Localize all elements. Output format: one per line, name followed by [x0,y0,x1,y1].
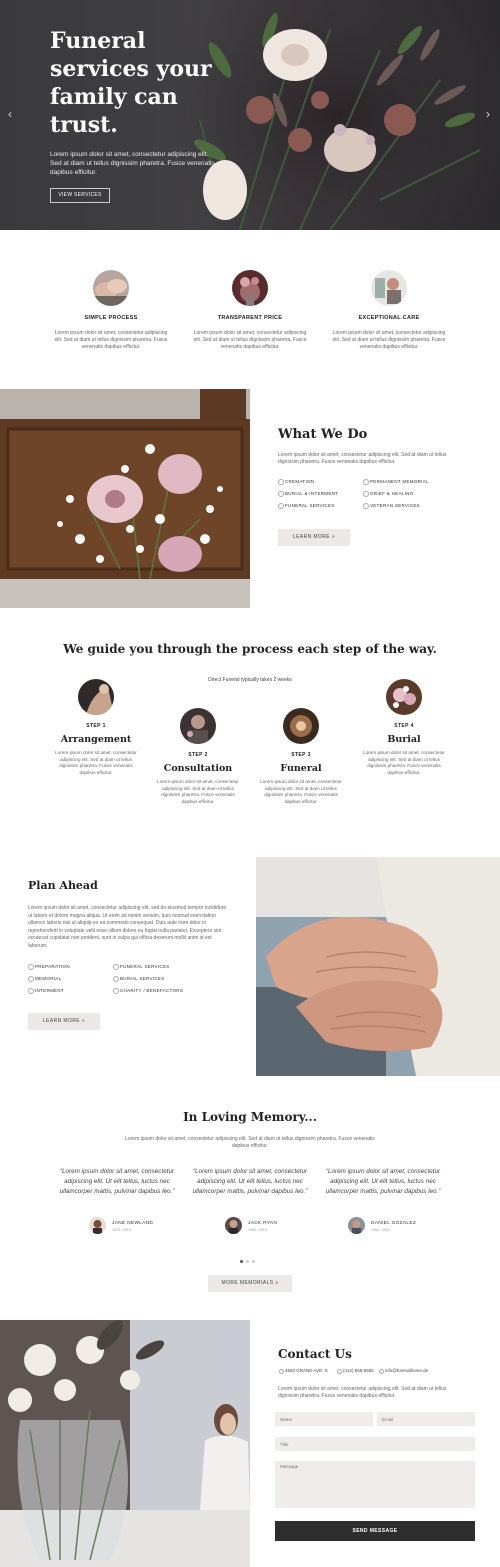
feature-image [232,270,268,306]
step-image [180,708,216,744]
step-number: STEP 4 [394,723,414,729]
chevron-right-icon[interactable]: › [486,108,490,120]
step-burial: STEP 4 Burial Lorem ipsum dolor sit amet… [359,679,449,776]
step-arrangement: STEP 1 Arrangement Lorem ipsum dolor sit… [51,679,141,776]
what-we-do-text: Lorem ipsum dolor sit amet, consectetur … [278,452,447,465]
avatar [348,1217,365,1234]
step-title: Consultation [163,763,233,774]
carousel-dot[interactable] [240,1260,243,1263]
title-field[interactable] [275,1437,475,1451]
memory-quote: “Lorem ipsum dolor sit amet, consectetur… [325,1168,441,1195]
feature-text: Lorem ipsum dolor sit amet, consectetur … [193,330,307,350]
contact-title: Contact Us [278,1347,352,1361]
service-item[interactable]: BURIAL & INTERMENT [278,491,338,497]
step-image [386,679,422,715]
step-image [283,708,319,744]
step-title: Burial [387,734,421,745]
feature-title: TRANSPARENT PRICE [217,315,283,321]
step-consultation: STEP 2 Consultation Lorem ipsum dolor si… [153,708,243,805]
address-text: 4840 GRAND AVE. S [279,1368,328,1374]
message-field[interactable] [275,1461,475,1508]
more-memorials-button[interactable]: MORE MEMORIALS » [208,1275,292,1292]
service-item[interactable]: VETERAN SERVICES [363,503,420,509]
carousel-dot[interactable] [246,1260,249,1263]
step-number: STEP 3 [291,752,311,758]
avatar [225,1217,242,1234]
step-image [78,679,114,715]
elderly-hands-image [256,857,500,1076]
plan-item[interactable]: INTERMENT [28,988,64,994]
plan-ahead-title: Plan Ahead [28,879,98,892]
plan-item[interactable]: BURIAL SERVICES [113,976,165,982]
plan-item[interactable]: CHARITY / BENEFACTORS [113,988,183,994]
step-funeral: STEP 3 Funeral Lorem ipsum dolor sit ame… [256,708,346,805]
feature-simple-process: SIMPLE PROCESS Lorem ipsum dolor sit ame… [51,270,171,351]
process-title: We guide you through the process each st… [63,642,437,656]
step-text: Lorem ipsum dolor sit amet, consectetur … [260,779,342,804]
send-message-button[interactable]: SEND MESSAGE [275,1521,475,1541]
step-number: STEP 1 [86,723,106,729]
phone-text[interactable]: (412) 555-5555 [337,1368,374,1374]
step-text: Lorem ipsum dolor sit amet, consectetur … [157,779,239,804]
plan-item[interactable]: FUNERAL SERVICES [113,964,170,970]
person-name: JANE NEWLAND [112,1221,154,1226]
person-name: DANIEL GOZALEZ [371,1221,417,1226]
step-title: Funeral [280,763,322,774]
plan-item[interactable]: MEMORIAL [28,976,61,982]
learn-more-button[interactable]: LEARN MORE » [278,529,350,546]
name-field[interactable] [275,1412,373,1426]
feature-title: SIMPLE PROCESS [84,315,138,321]
service-item[interactable]: GRIEF & HEALING [363,491,414,497]
hero-title: Funeral services your family can trust. [50,28,212,138]
memory-subtitle: Lorem ipsum dolor sit amet, consectetur … [125,1136,375,1149]
service-item[interactable]: PERMANENT MEMORIAL [363,479,429,485]
contact-image [0,1320,250,1567]
step-text: Lorem ipsum dolor sit amet, consectetur … [55,750,137,775]
view-services-button[interactable]: VIEW SERVICES [50,188,110,203]
memory-title: In Loving Memory... [183,1110,317,1124]
avatar [89,1217,106,1234]
person-name: JACK RYAN [248,1221,278,1226]
person-years: 1964 - 2019 [371,1228,390,1232]
casket-flowers-image [0,389,250,608]
feature-image [371,270,407,306]
step-number: STEP 2 [188,752,208,758]
person-years: 1955 - 2019 [248,1228,267,1232]
service-item[interactable]: CREMATION [278,479,314,485]
feature-text: Lorem ipsum dolor sit amet, consectetur … [332,330,446,350]
step-text: Lorem ipsum dolor sit amet, consectetur … [363,750,445,775]
plan-learn-more-button[interactable]: LEARN MORE » [28,1013,100,1030]
email-field[interactable] [377,1412,475,1426]
feature-title: EXCEPTIONAL CARE [358,315,420,321]
hero-section: Funeral services your family can trust. … [0,0,500,230]
feature-text: Lorem ipsum dolor sit amet, consectetur … [54,330,168,350]
feature-image [93,270,129,306]
feature-transparent-price: TRANSPARENT PRICE Lorem ipsum dolor sit … [190,270,310,351]
chevron-left-icon[interactable]: ‹ [8,108,12,120]
carousel-dot[interactable] [252,1260,255,1263]
email-text[interactable]: info@funeralhome.de [379,1368,428,1374]
memory-quote: “Lorem ipsum dolor sit amet, consectetur… [192,1168,308,1195]
step-title: Arrangement [60,734,132,745]
what-we-do-title: What We Do [278,427,368,442]
carousel-dots [240,1250,258,1268]
service-item[interactable]: FUNERAL SERVICES [278,503,335,509]
memory-quote: “Lorem ipsum dolor sit amet, consectetur… [59,1168,175,1195]
hero-text: Lorem ipsum dolor sit amet, consectetur … [50,151,215,176]
contact-text: Lorem ipsum dolor sit amet, consectetur … [278,1386,447,1399]
flower-bouquet-image [180,0,500,230]
feature-exceptional-care: EXCEPTIONAL CARE Lorem ipsum dolor sit a… [329,270,449,351]
plan-ahead-text: Lorem ipsum dolor sit amet, consectetur … [28,905,226,949]
plan-item[interactable]: PREPARATION [28,964,70,970]
person-years: 1979 - 2019 [112,1228,131,1232]
